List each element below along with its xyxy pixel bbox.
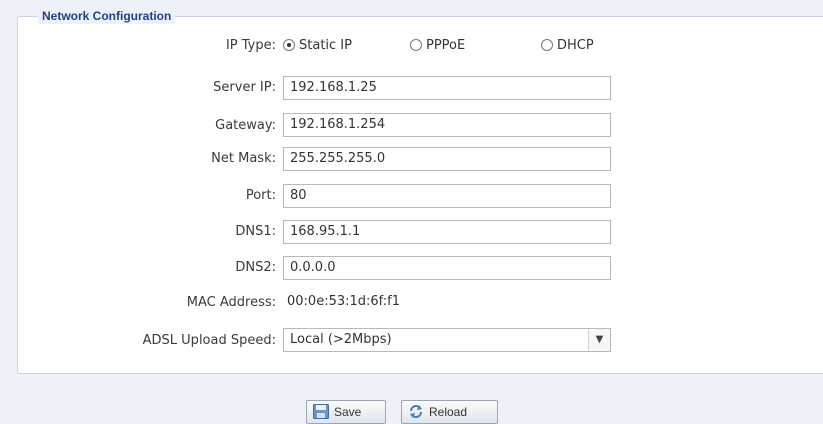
server-ip-label: Server IP: bbox=[213, 80, 276, 95]
radio-unchecked-icon[interactable] bbox=[410, 38, 422, 51]
dns2-label: DNS2: bbox=[235, 260, 276, 275]
adsl-upload-speed-select[interactable]: Local (>2Mbps) ▼ bbox=[283, 328, 611, 352]
server-ip-input[interactable]: 192.168.1.25 bbox=[283, 76, 611, 100]
refresh-icon bbox=[408, 404, 424, 419]
dns1-label: DNS1: bbox=[235, 224, 276, 239]
reload-button[interactable]: Reload bbox=[401, 400, 498, 424]
chevron-down-icon[interactable]: ▼ bbox=[588, 329, 610, 351]
radio-checked-icon[interactable] bbox=[283, 38, 295, 51]
mac-address-value: 00:0e:53:1d:6f:f1 bbox=[287, 294, 401, 309]
network-config-page: Network Configuration IP Type: Static IP… bbox=[0, 0, 823, 424]
dns1-input[interactable]: 168.95.1.1 bbox=[283, 220, 611, 244]
save-button[interactable]: Save bbox=[306, 400, 386, 424]
radio-pppoe[interactable]: PPPoE bbox=[410, 38, 465, 53]
section-legend: Network Configuration bbox=[38, 8, 176, 24]
net-mask-label: Net Mask: bbox=[211, 151, 276, 166]
net-mask-input[interactable]: 255.255.255.0 bbox=[283, 147, 611, 171]
port-label: Port: bbox=[245, 188, 276, 203]
ip-type-label: IP Type: bbox=[225, 38, 276, 53]
radio-static-ip[interactable]: Static IP bbox=[283, 38, 352, 53]
gateway-label: Gateway: bbox=[215, 118, 276, 133]
radio-unchecked-icon[interactable] bbox=[541, 38, 553, 51]
mac-address-label: MAC Address: bbox=[186, 295, 276, 310]
dns2-input[interactable]: 0.0.0.0 bbox=[283, 256, 611, 280]
floppy-disk-icon bbox=[313, 404, 329, 420]
adsl-upload-speed-label: ADSL Upload Speed: bbox=[142, 333, 276, 348]
radio-dhcp[interactable]: DHCP bbox=[541, 38, 594, 53]
adsl-selected-value: Local (>2Mbps) bbox=[290, 332, 392, 347]
port-input[interactable]: 80 bbox=[283, 184, 611, 208]
gateway-input[interactable]: 192.168.1.254 bbox=[283, 113, 611, 137]
